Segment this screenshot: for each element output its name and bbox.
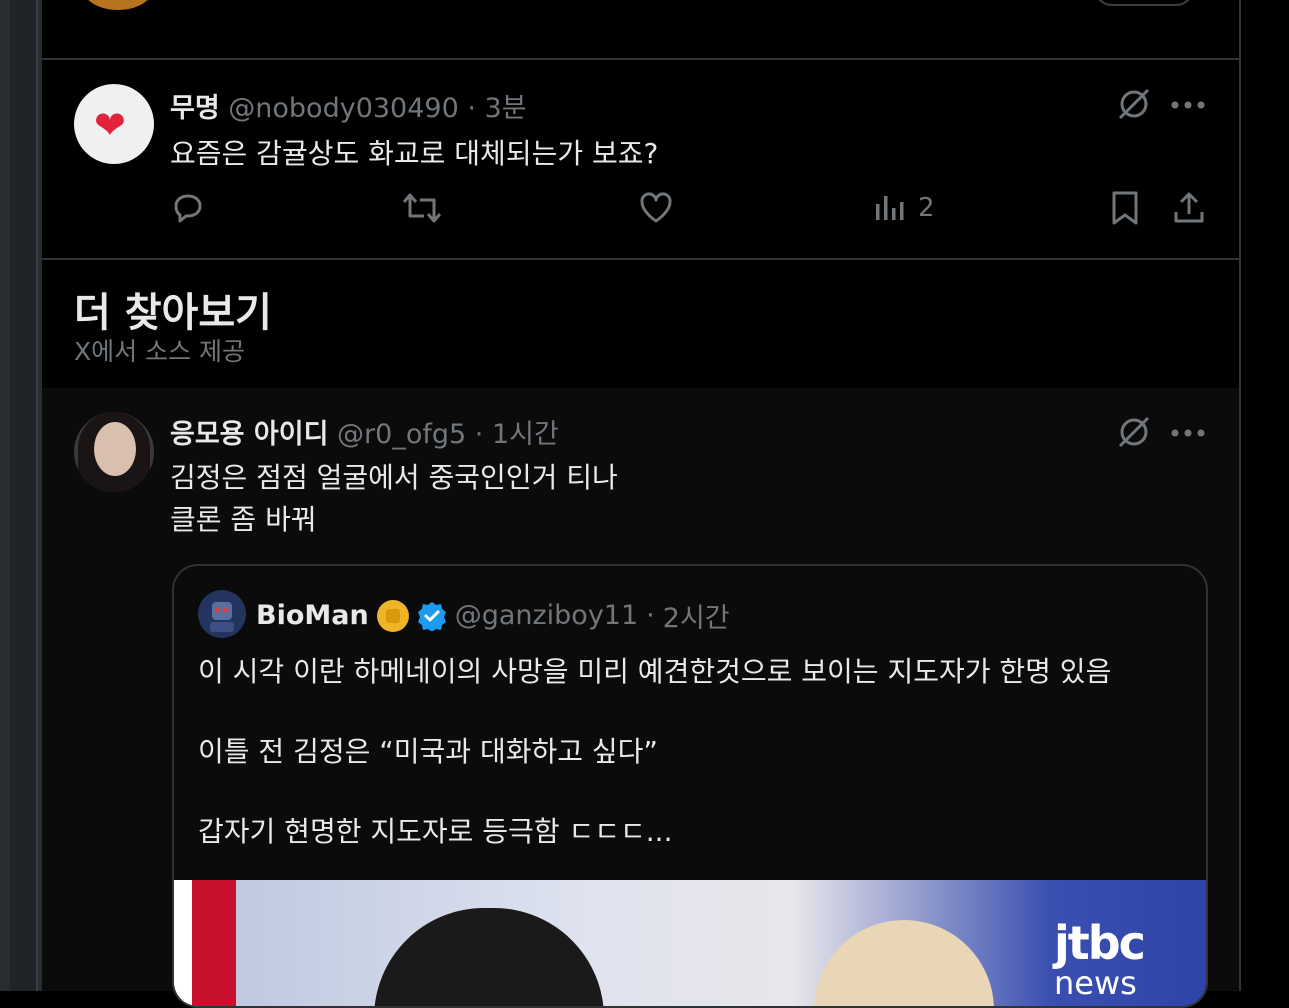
avatar[interactable] — [82, 0, 154, 10]
timestamp[interactable]: 2시간 — [663, 596, 730, 635]
grok-icon[interactable] — [1116, 414, 1152, 450]
more-icon[interactable] — [1170, 428, 1206, 438]
quoted-text-line: 이 시각 이란 하메네이의 사망을 미리 예견한것으로 보이는 지도자가 한명 … — [198, 655, 1112, 688]
person-right — [814, 920, 994, 1006]
bookmark-icon — [1112, 191, 1138, 225]
repost-icon — [402, 193, 442, 223]
action-bar: 2 — [170, 190, 1210, 238]
separator: · — [646, 600, 655, 631]
section-subtitle: X에서 소스 제공 — [74, 337, 246, 366]
timeline: ❤ 무명 @nobody030490 · 3분 요즘은 감귤상도 화교로 대체되… — [42, 0, 1239, 1008]
share-icon — [1174, 192, 1204, 223]
handle[interactable]: @nobody030490 — [228, 93, 458, 124]
post-header: 무명 @nobody030490 · 3분 — [170, 86, 527, 125]
avatar-face — [94, 422, 136, 476]
post-text-line: 김정은 점점 얼굴에서 중국인인거 티나 — [170, 461, 618, 494]
avatar[interactable]: ❤ — [74, 84, 154, 164]
like-icon — [640, 192, 672, 223]
views-count: 2 — [918, 193, 935, 223]
news-logo-text: news — [1054, 964, 1137, 1002]
timestamp[interactable]: 1시간 — [492, 419, 559, 450]
quoted-text-line: 갑자기 현명한 지도자로 등극함 ㄷㄷㄷ... — [198, 815, 673, 848]
jtbc-logo: jtbc — [1054, 916, 1146, 970]
section-title: 더 찾아보기 — [74, 290, 272, 336]
post-text-line: 클론 좀 바꿔 — [170, 503, 317, 536]
separator: · — [474, 419, 484, 450]
quoted-post[interactable]: BioMan @ganziboy11 · 2시간 이 시각 이란 하메네이의 사… — [172, 564, 1208, 1008]
quoted-post-header: BioMan @ganziboy11 · 2시간 — [256, 596, 730, 635]
display-name[interactable]: BioMan — [256, 600, 369, 631]
grok-icon[interactable] — [1116, 86, 1152, 122]
separator: · — [467, 93, 476, 124]
follow-button[interactable] — [1094, 0, 1194, 6]
avatar[interactable] — [198, 590, 246, 638]
display-name[interactable]: 응모용 아이디 — [170, 419, 328, 450]
quoted-text-line: 이틀 전 김정은 “미국과 대화하고 싶다” — [198, 735, 658, 768]
timestamp[interactable]: 3분 — [485, 93, 527, 124]
robot-avatar-icon — [198, 590, 246, 638]
handle[interactable]: @r0_ofg5 — [337, 419, 466, 450]
bookmark-button[interactable] — [1110, 190, 1140, 226]
post-header: 응모용 아이디 @r0_ofg5 · 1시간 — [170, 412, 559, 451]
reply-post[interactable]: ❤ 무명 @nobody030490 · 3분 요즘은 감귤상도 화교로 대체되… — [42, 60, 1239, 260]
heart-avatar-icon: ❤ — [94, 103, 126, 147]
flag-graphic — [174, 880, 236, 1006]
verified-badge-icon — [417, 601, 446, 631]
bank-emoji-icon — [376, 599, 409, 632]
scroll-track[interactable] — [10, 0, 38, 991]
views-icon — [876, 196, 904, 220]
repost-button[interactable] — [402, 190, 442, 226]
share-button[interactable] — [1172, 190, 1206, 226]
handle[interactable]: @ganziboy11 — [455, 600, 638, 631]
previous-post-edge — [42, 0, 1239, 60]
more-icon[interactable] — [1170, 100, 1206, 110]
like-button[interactable] — [638, 190, 674, 226]
left-sidebar-edge — [0, 0, 42, 991]
discover-more-header: 더 찾아보기 X에서 소스 제공 — [42, 260, 1239, 388]
reply-button[interactable] — [170, 190, 206, 226]
avatar[interactable] — [74, 412, 154, 492]
person-left — [374, 908, 604, 1006]
post-text: 요즘은 감귤상도 화교로 대체되는가 보죠? — [170, 137, 659, 170]
quoted-media-image[interactable]: jtbc news — [174, 880, 1206, 1006]
right-column-edge — [1239, 0, 1289, 991]
views-button[interactable]: 2 — [874, 190, 935, 226]
recommended-post[interactable]: 응모용 아이디 @r0_ofg5 · 1시간 김정은 점점 얼굴에서 중국인인거… — [42, 388, 1239, 1008]
display-name[interactable]: 무명 — [170, 93, 220, 124]
reply-icon — [174, 194, 202, 223]
